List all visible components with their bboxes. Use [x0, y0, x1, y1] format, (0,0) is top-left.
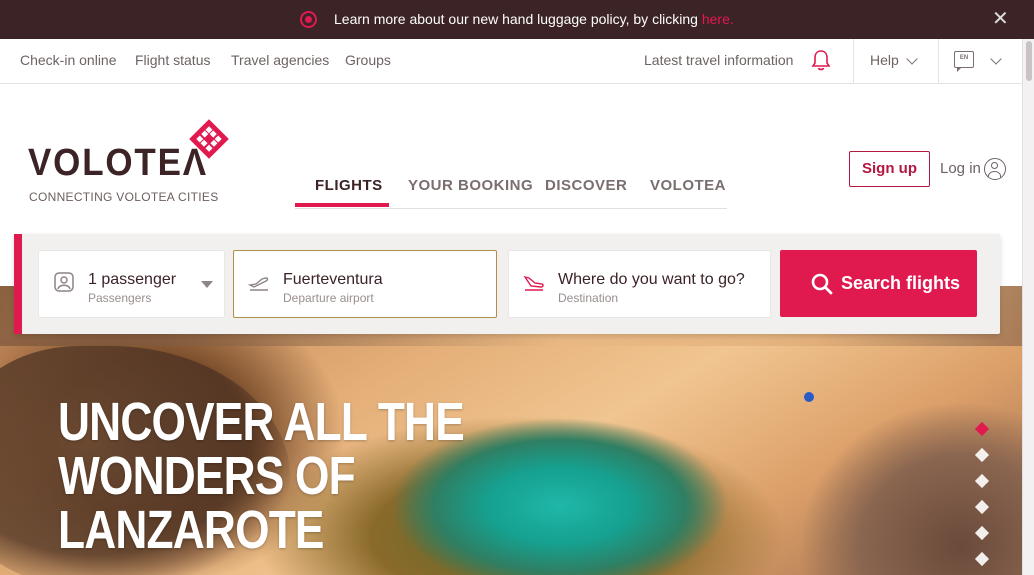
departure-value: Fuerteventura	[283, 271, 383, 288]
tab-volotea[interactable]: VOLOTEA	[650, 177, 726, 194]
flight-status-link[interactable]: Flight status	[135, 52, 210, 68]
alert-icon	[300, 11, 317, 28]
help-menu[interactable]: Help	[870, 52, 899, 68]
tab-flights[interactable]: FLIGHTS	[315, 177, 383, 194]
announcement-message: Learn more about our new hand luggage po…	[334, 11, 702, 27]
caret-down-icon	[201, 281, 213, 288]
active-tab-indicator	[295, 203, 389, 207]
sign-up-button[interactable]: Sign up	[849, 151, 930, 187]
announcement-bar: Learn more about our new hand luggage po…	[0, 0, 1034, 39]
hero-line: WONDERS OF	[58, 446, 356, 506]
departure-label: Departure airport	[283, 291, 374, 305]
latest-travel-info-link[interactable]: Latest travel information	[644, 52, 793, 68]
hero-line: UNCOVER ALL THE	[58, 392, 465, 452]
divider	[938, 39, 939, 83]
announcement-link[interactable]: here.	[702, 11, 734, 27]
scrollbar-thumb[interactable]	[1026, 41, 1032, 81]
bell-icon[interactable]	[811, 49, 831, 71]
search-flights-label: Search flights	[841, 273, 961, 293]
user-icon[interactable]	[984, 158, 1006, 180]
chevron-down-icon[interactable]	[906, 53, 918, 65]
groups-link[interactable]: Groups	[345, 52, 391, 68]
close-icon[interactable]: ✕	[992, 8, 1009, 30]
destination-label: Destination	[558, 291, 619, 305]
passengers-value: 1 passenger	[88, 271, 177, 288]
destination-field[interactable]: Where do you want to go? Destination	[508, 250, 771, 318]
tab-your-booking[interactable]: YOUR BOOKING	[408, 177, 533, 194]
flight-search-panel: 1 passenger Passengers Fuerteventura Dep…	[14, 234, 1000, 334]
chevron-down-icon[interactable]	[990, 53, 1002, 65]
hero-headline: UNCOVER ALL THE WONDERS OF LANZAROTE	[58, 392, 465, 560]
hero-line: LANZAROTE	[58, 500, 324, 560]
divider	[853, 39, 854, 83]
search-icon	[811, 273, 833, 295]
passengers-selector[interactable]: 1 passenger Passengers	[38, 250, 225, 318]
announcement-text: Learn more about our new hand luggage po…	[334, 11, 734, 27]
landing-icon	[523, 275, 544, 291]
scrollbar[interactable]	[1022, 39, 1034, 575]
tab-discover[interactable]: DISCOVER	[545, 177, 627, 194]
travel-agencies-link[interactable]: Travel agencies	[231, 52, 329, 68]
passenger-icon	[54, 272, 74, 292]
takeoff-icon	[248, 277, 269, 291]
passengers-label: Passengers	[88, 291, 152, 305]
brand-tagline: CONNECTING VOLOTEA CITIES	[29, 190, 219, 204]
volotea-logo[interactable]: VOLOTEΛ CONNECTING VOLOTEA CITIES	[28, 116, 238, 206]
search-flights-button[interactable]: Search flights	[780, 250, 977, 317]
brand-name: VOLOTEΛ	[28, 142, 208, 184]
destination-placeholder: Where do you want to go?	[558, 271, 745, 288]
panel-accent	[14, 234, 22, 334]
language-icon[interactable]: EN	[954, 51, 974, 72]
beach-umbrella	[804, 392, 814, 402]
log-in-link[interactable]: Log in	[940, 160, 981, 177]
main-nav: FLIGHTS YOUR BOOKING DISCOVER VOLOTEA	[295, 170, 727, 209]
check-in-link[interactable]: Check-in online	[20, 52, 117, 68]
departure-airport-field[interactable]: Fuerteventura Departure airport	[233, 250, 497, 318]
utility-bar: Check-in online Flight status Travel age…	[0, 39, 1022, 84]
